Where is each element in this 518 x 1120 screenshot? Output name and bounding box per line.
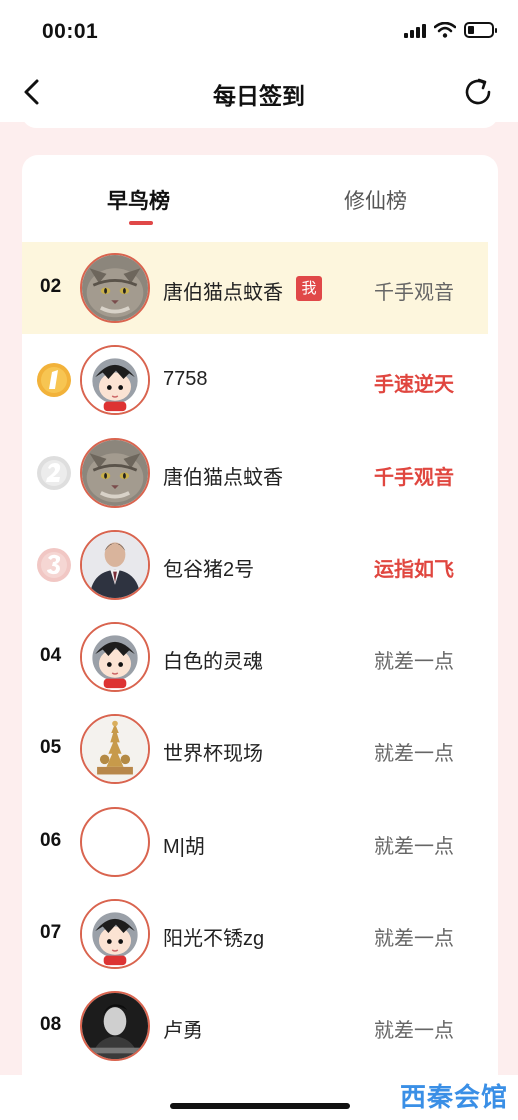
rank-row[interactable]: 07 阳光不锈zg 就差一点 [22,888,488,980]
refresh-button[interactable] [458,72,498,112]
cartoon-avatar[interactable] [80,899,150,970]
wifi-icon [434,22,456,38]
user-title: 手速逆天 [374,374,454,397]
user-title: 就差一点 [374,835,454,858]
user-title: 就差一点 [374,928,454,951]
user-name: 世界杯现场 [163,743,263,766]
rank-number: 06 [40,829,62,851]
user-title: 就差一点 [374,651,454,674]
user-name: 白色的灵魂 [163,651,263,674]
battery-icon [464,22,497,38]
golden-statue-avatar[interactable] [80,714,150,785]
tab-early-bird[interactable]: 早鸟榜 [107,185,170,215]
user-name: 卢勇 [163,1020,203,1043]
ranking-list: 02 唐伯猫点蚊香 我 千手观音 7758 手速逆天 唐伯猫点蚊香 千手观音 包… [22,242,498,1073]
rank-number: 08 [40,1014,62,1036]
user-title: 就差一点 [374,1020,454,1043]
user-name: 阳光不锈zg [163,928,265,951]
tab-immortal[interactable]: 修仙榜 [344,185,407,215]
rank-number: 04 [40,645,62,667]
user-name: 7758 [163,368,208,391]
user-title: 千手观音 [374,466,454,489]
rank-row[interactable]: 04 白色的灵魂 就差一点 [22,611,488,703]
rank-row[interactable]: 05 世界杯现场 就差一点 [22,703,488,795]
rank-row[interactable]: 06 M|胡 就差一点 [22,796,488,888]
page-title: 每日签到 [213,83,305,109]
status-time: 00:01 [42,20,99,43]
bronze-medal-icon [37,547,71,582]
user-title: 千手观音 [374,282,454,304]
leaderboard-card: 早鸟榜 修仙榜 02 唐伯猫点蚊香 我 千手观音 7758 手速逆天 唐伯猫点蚊… [22,155,498,1095]
rank-row[interactable]: 7758 手速逆天 [22,334,488,426]
user-name: M|胡 [163,835,205,858]
user-name: 唐伯猫点蚊香 [163,466,283,489]
rank-row[interactable]: 08 卢勇 就差一点 [22,980,488,1072]
active-tab-indicator [129,221,153,225]
rank-number: 02 [40,276,62,297]
status-icons [404,22,497,38]
signal-icon [404,22,426,38]
gold-medal-icon [37,363,71,398]
blank-avatar[interactable] [80,806,150,877]
dark-portrait-avatar[interactable] [80,991,150,1062]
suit-man-avatar[interactable] [80,529,150,600]
home-indicator[interactable] [170,1103,350,1109]
leaderboard-tabs: 早鸟榜 修仙榜 [22,155,498,241]
cat-avatar[interactable] [80,437,150,508]
rank-row[interactable]: 唐伯猫点蚊香 千手观音 [22,427,488,519]
cartoon-avatar[interactable] [80,345,150,416]
rank-row[interactable]: 包谷猪2号 运指如飞 [22,519,488,611]
status-bar: 00:01 [0,0,518,62]
my-rank-row[interactable]: 02 唐伯猫点蚊香 我 千手观音 [22,242,488,335]
rank-number: 07 [40,922,62,944]
silver-medal-icon [37,455,71,490]
previous-card-edge [22,108,498,128]
rank-number: 05 [40,737,62,759]
user-name: 包谷猪2号 [163,558,255,581]
cat-avatar[interactable] [80,253,150,323]
user-title: 运指如飞 [374,558,454,581]
me-badge: 我 [296,276,322,301]
refresh-icon [465,78,491,105]
watermark-logo: 西秦会馆 [399,1082,508,1112]
user-title: 就差一点 [374,743,454,766]
user-name: 唐伯猫点蚊香 [163,282,283,304]
cartoon-avatar[interactable] [80,622,150,693]
